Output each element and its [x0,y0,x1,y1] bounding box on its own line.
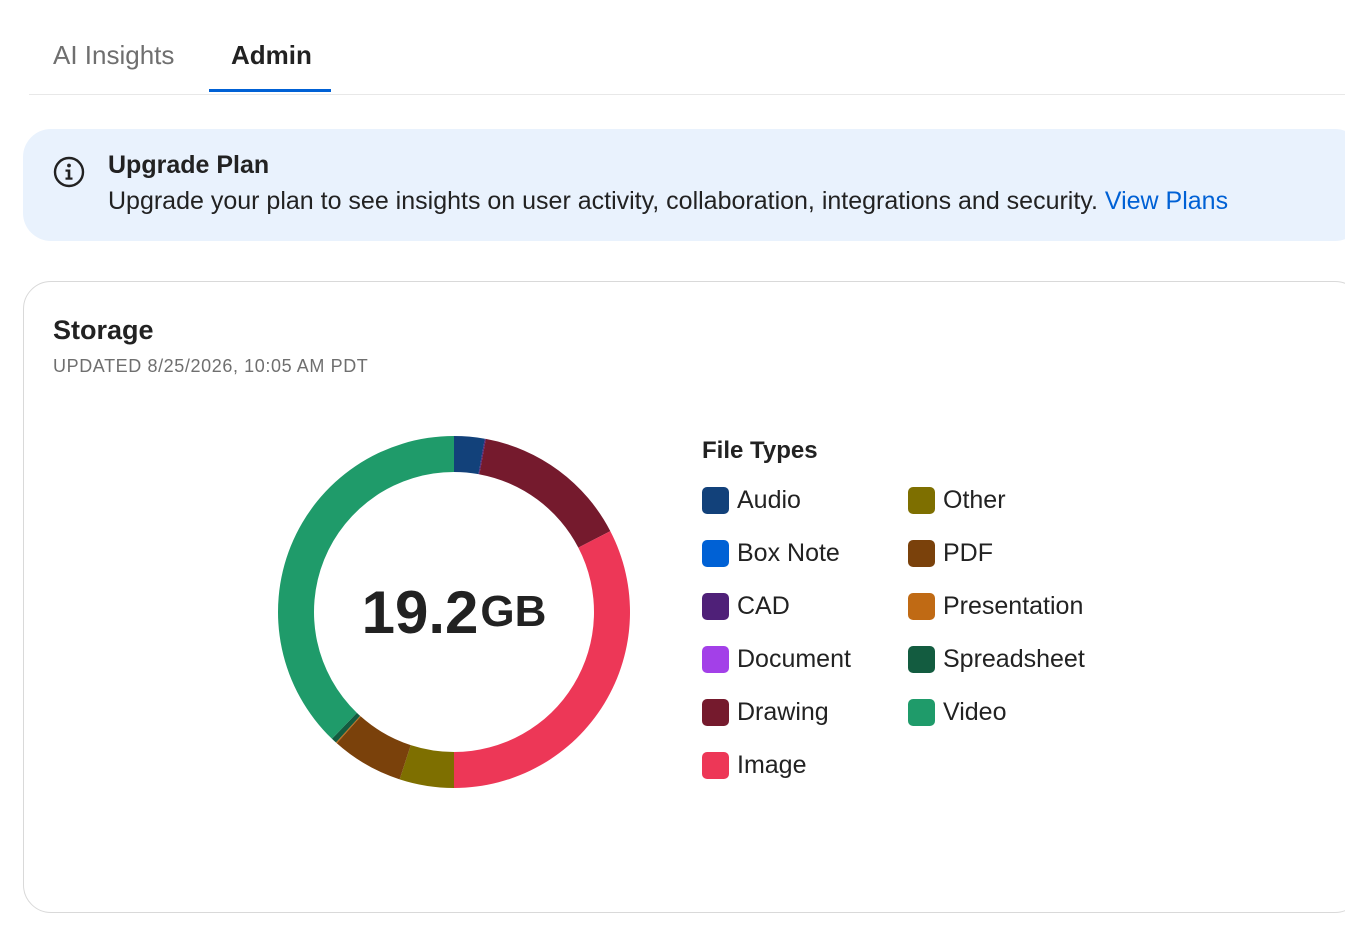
storage-total-value: 19.2 [361,578,479,646]
info-icon [53,156,85,188]
legend-swatch [702,592,729,620]
tab-ai-insights[interactable]: AI Insights [53,40,174,71]
upgrade-banner: Upgrade Plan Upgrade your plan to see in… [23,129,1345,241]
legend-swatch [908,592,935,620]
storage-total: 19.2 GB [277,435,631,789]
updated-timestamp: UPDATED 8/25/2026, 10:05 AM PDT [53,356,369,376]
storage-total-unit: GB [480,587,547,636]
legend-swatch [908,539,935,567]
legend-item-video[interactable]: Video [908,697,1007,727]
legend-item-pdf[interactable]: PDF [908,538,993,568]
legend-item-spreadsheet[interactable]: Spreadsheet [908,644,1085,674]
legend-label: Image [737,750,807,779]
tab-bar: AI Insights Admin [29,0,1345,95]
banner-title: Upgrade Plan [108,151,270,179]
legend-item-drawing[interactable]: Drawing [702,697,829,727]
legend-item-cad[interactable]: CAD [702,591,790,621]
view-plans-link[interactable]: View Plans [1105,187,1228,215]
legend-swatch [908,645,935,673]
legend-swatch [702,698,729,726]
legend-item-presentation[interactable]: Presentation [908,591,1083,621]
legend-swatch [702,645,729,673]
banner-message: Upgrade your plan to see insights on use… [108,187,1228,216]
legend-title: File Types [702,437,818,464]
legend-label: Video [943,697,1007,726]
active-tab-indicator [209,89,331,92]
legend-item-box-note[interactable]: Box Note [702,538,840,568]
legend-label: PDF [943,538,993,567]
legend-item-image[interactable]: Image [702,750,806,780]
legend-item-other[interactable]: Other [908,485,1006,515]
legend-swatch [702,539,729,567]
tab-admin[interactable]: Admin [231,40,312,71]
storage-card: Storage UPDATED 8/25/2026, 10:05 AM PDT … [23,281,1345,913]
legend-label: Spreadsheet [943,644,1085,673]
legend-label: Drawing [737,697,829,726]
legend-label: CAD [737,591,790,620]
legend-swatch [908,486,935,514]
legend-label: Presentation [943,591,1084,620]
legend-label: Audio [737,485,801,514]
legend-swatch [702,751,729,779]
legend-item-document[interactable]: Document [702,644,851,674]
banner-message-text: Upgrade your plan to see insights on use… [108,187,1098,215]
legend-label: Document [737,644,851,673]
legend-item-audio[interactable]: Audio [702,485,801,515]
legend-swatch [702,486,729,514]
storage-title: Storage [53,315,154,345]
legend-label: Other [943,485,1006,514]
legend-label: Box Note [737,538,840,567]
legend-swatch [908,698,935,726]
